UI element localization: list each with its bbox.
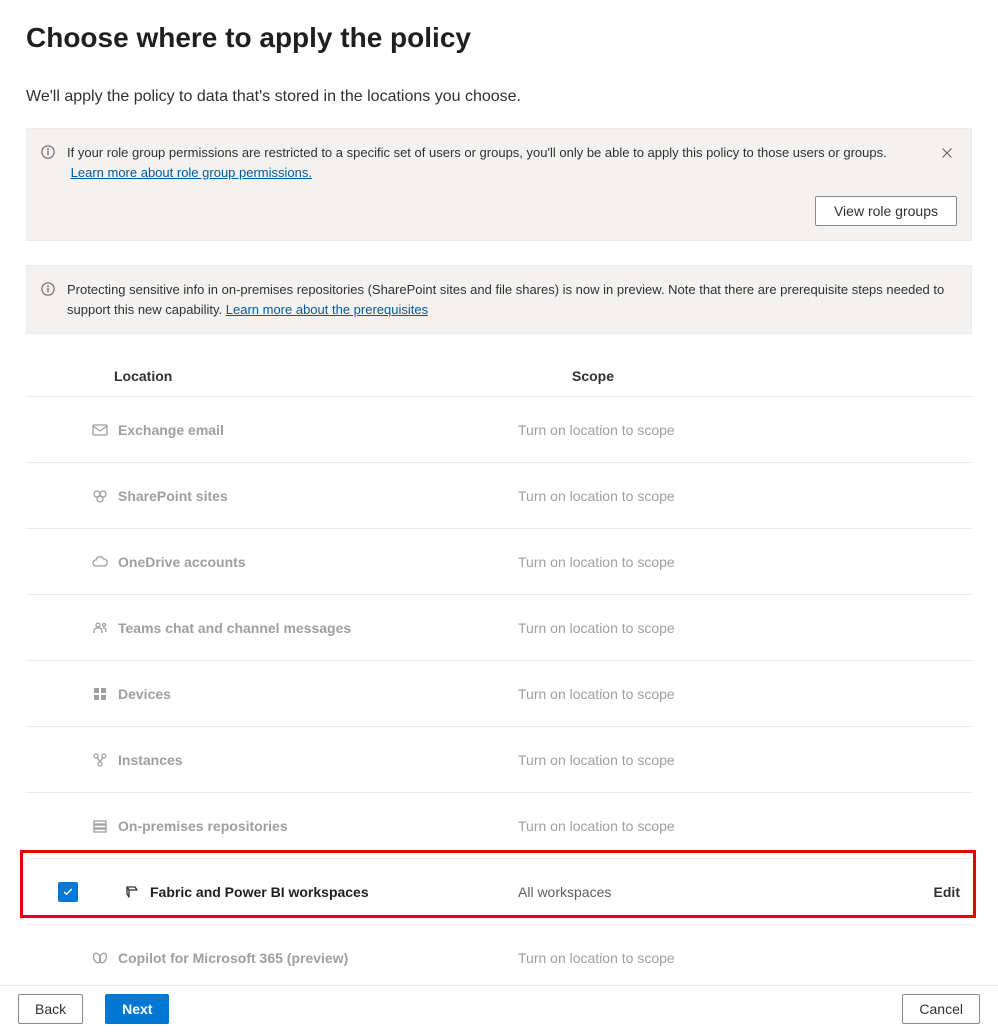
copilot-icon — [92, 950, 108, 966]
scope-text: Turn on location to scope — [518, 422, 900, 438]
fabric-icon — [124, 884, 140, 900]
table-row: Exchange email Turn on location to scope — [26, 397, 972, 463]
column-header-location: Location — [92, 368, 572, 384]
location-name: Instances — [118, 752, 183, 768]
table-row: Devices Turn on location to scope — [26, 661, 972, 727]
table-row: Teams chat and channel messages Turn on l… — [26, 595, 972, 661]
view-role-groups-button[interactable]: View role groups — [815, 196, 957, 226]
checkbox-icon[interactable] — [58, 882, 78, 902]
table-row: OneDrive accounts Turn on location to sco… — [26, 529, 972, 595]
location-name: On-premises repositories — [118, 818, 288, 834]
role-group-message: If your role group permissions are restr… — [67, 145, 887, 160]
location-name: Copilot for Microsoft 365 (preview) — [118, 950, 348, 966]
info-icon — [41, 282, 55, 299]
table-row: SharePoint sites Turn on location to scop… — [26, 463, 972, 529]
mail-icon — [92, 422, 108, 438]
role-group-learn-more-link[interactable]: Learn more about role group permissions. — [71, 165, 312, 180]
close-icon[interactable] — [935, 141, 959, 165]
role-group-infobar: If your role group permissions are restr… — [26, 128, 972, 241]
info-icon — [41, 145, 55, 162]
table-row: Copilot for Microsoft 365 (preview) Turn … — [26, 925, 972, 991]
location-name: SharePoint sites — [118, 488, 228, 504]
table-row: Instances Turn on location to scope — [26, 727, 972, 793]
windows-icon — [92, 686, 108, 702]
teams-icon — [92, 620, 108, 636]
instances-icon — [92, 752, 108, 768]
column-header-scope: Scope — [572, 368, 972, 384]
preview-message: Protecting sensitive info in on-premises… — [67, 282, 944, 317]
scope-text: All workspaces — [518, 884, 900, 900]
page-subtitle: We'll apply the policy to data that's st… — [26, 88, 972, 106]
location-name: Devices — [118, 686, 171, 702]
next-button[interactable]: Next — [105, 994, 169, 1024]
wizard-footer: Back Next Cancel — [0, 985, 998, 1032]
edit-scope-link[interactable]: Edit — [934, 884, 960, 900]
scope-text: Turn on location to scope — [518, 554, 900, 570]
cloud-icon — [92, 554, 108, 570]
location-name: Exchange email — [118, 422, 224, 438]
table-row: Fabric and Power BI workspaces All worksp… — [26, 859, 972, 925]
repo-icon — [92, 818, 108, 834]
back-button[interactable]: Back — [18, 994, 83, 1024]
table-row: On-premises repositories Turn on location… — [26, 793, 972, 859]
sharepoint-icon — [92, 488, 108, 504]
scope-text: Turn on location to scope — [518, 950, 900, 966]
table-header: Location Scope — [26, 358, 972, 397]
prerequisites-learn-more-link[interactable]: Learn more about the prerequisites — [226, 302, 428, 317]
preview-infobar: Protecting sensitive info in on-premises… — [26, 265, 972, 334]
location-name: Teams chat and channel messages — [118, 620, 351, 636]
scope-text: Turn on location to scope — [518, 686, 900, 702]
scope-text: Turn on location to scope — [518, 752, 900, 768]
cancel-button[interactable]: Cancel — [902, 994, 980, 1024]
locations-table: Location Scope Exchange email Turn on loc… — [26, 358, 972, 991]
page-title: Choose where to apply the policy — [26, 22, 972, 54]
scope-text: Turn on location to scope — [518, 818, 900, 834]
scope-text: Turn on location to scope — [518, 620, 900, 636]
location-name: OneDrive accounts — [118, 554, 246, 570]
location-name: Fabric and Power BI workspaces — [150, 884, 369, 900]
scope-text: Turn on location to scope — [518, 488, 900, 504]
